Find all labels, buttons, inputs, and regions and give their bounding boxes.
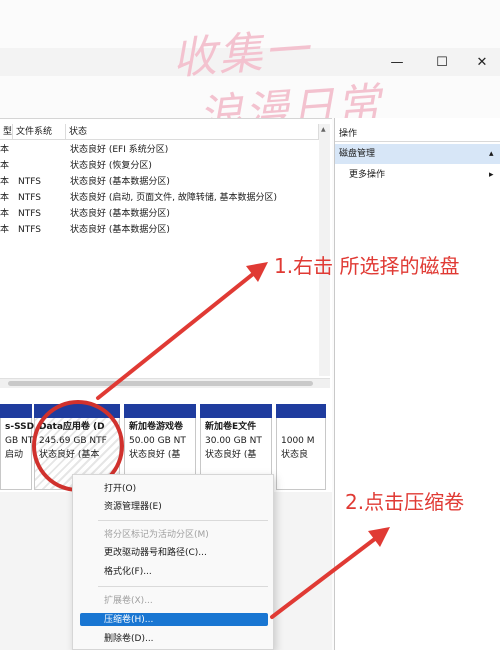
volume-size: 50.00 GB NT bbox=[129, 436, 186, 446]
menu-item-explorer[interactable]: 资源管理器(E) bbox=[104, 498, 162, 516]
cell-status: 状态良好 (基本数据分区) bbox=[70, 225, 170, 235]
cell-type: 本 bbox=[0, 209, 10, 219]
volume-name: 新加卷E文件 bbox=[205, 422, 257, 432]
volume-header-bar bbox=[124, 404, 196, 418]
minimize-icon: — bbox=[390, 54, 404, 70]
annotation-step-1: 1.右击 所选择的磁盘 bbox=[274, 254, 460, 278]
volume-size: GB NT bbox=[5, 436, 34, 446]
maximize-button[interactable]: ☐ bbox=[419, 48, 465, 76]
volume-block-system[interactable]: s-SSD GB NT 启动 bbox=[0, 404, 35, 490]
cell-type: 本 bbox=[0, 193, 10, 203]
column-header-filesystem[interactable]: 文件系统 bbox=[13, 124, 66, 140]
actions-pane-title: 操作 bbox=[335, 126, 500, 142]
cell-filesystem: NTFS bbox=[18, 193, 41, 203]
volume-status: 状态良好 (基 bbox=[205, 450, 257, 460]
cell-status: 状态良好 (启动, 页面文件, 故障转储, 基本数据分区) bbox=[70, 193, 278, 203]
volume-status: 状态良 bbox=[281, 450, 309, 460]
volume-table-row[interactable]: 本 NTFS 状态良好 (启动, 页面文件, 故障转储, 基本数据分区) 1 bbox=[0, 190, 330, 206]
column-header-status[interactable]: 状态 bbox=[66, 124, 319, 140]
scrollbar-thumb[interactable] bbox=[8, 381, 313, 386]
column-header-type[interactable]: 型 bbox=[0, 124, 13, 140]
close-icon: ✕ bbox=[476, 54, 488, 70]
expand-arrow-icon[interactable]: ▸ bbox=[489, 166, 494, 184]
cell-status: 状态良好 (基本数据分区) bbox=[70, 209, 170, 219]
volume-name: 新加卷游戏卷 bbox=[129, 422, 184, 432]
maximize-icon: ☐ bbox=[436, 54, 448, 70]
menu-item-delete-volume[interactable]: 删除卷(D)... bbox=[104, 630, 154, 648]
menu-item-shrink-volume[interactable]: 压缩卷(H)... bbox=[104, 611, 153, 629]
cell-type: 本 bbox=[0, 161, 10, 171]
actions-item-disk-management[interactable]: 磁盘管理 bbox=[335, 144, 500, 164]
collapse-arrow-icon[interactable]: ▴ bbox=[489, 144, 494, 164]
volume-status: 启动 bbox=[5, 450, 24, 460]
volume-header-bar bbox=[0, 404, 32, 418]
volume-name: s-SSD bbox=[5, 422, 35, 432]
cell-type: 本 bbox=[0, 145, 10, 155]
volume-block-recovery[interactable]: 1000 M 状态良 bbox=[276, 404, 326, 490]
volume-table-row[interactable]: 本 NTFS 状态良好 (基本数据分区) 3 bbox=[0, 206, 330, 222]
volume-size: 30.00 GB NT bbox=[205, 436, 262, 446]
table-horizontal-scrollbar[interactable] bbox=[0, 378, 330, 388]
volume-header-bar bbox=[200, 404, 272, 418]
cell-type: 本 bbox=[0, 225, 10, 235]
volume-header-bar bbox=[276, 404, 326, 418]
menu-item-format[interactable]: 格式化(F)... bbox=[104, 563, 152, 581]
actions-item-more[interactable]: 更多操作 bbox=[349, 166, 385, 184]
cell-type: 本 bbox=[0, 177, 10, 187]
cell-filesystem: NTFS bbox=[18, 225, 41, 235]
cell-status: 状态良好 (EFI 系统分区) bbox=[70, 145, 169, 155]
cell-status: 状态良好 (恢复分区) bbox=[70, 161, 152, 171]
close-button[interactable]: ✕ bbox=[464, 48, 500, 76]
minimize-button[interactable]: — bbox=[374, 48, 420, 76]
annotation-step-2: 2.点击压缩卷 bbox=[345, 490, 465, 514]
cell-filesystem: NTFS bbox=[18, 177, 41, 187]
cell-status: 状态良好 (基本数据分区) bbox=[70, 177, 170, 187]
menu-separator bbox=[98, 520, 268, 521]
volume-status: 状态良好 (基 bbox=[129, 450, 181, 460]
scroll-up-icon[interactable]: ▲ bbox=[321, 126, 328, 133]
cell-filesystem: NTFS bbox=[18, 209, 41, 219]
actions-pane bbox=[334, 118, 500, 650]
volume-table-row[interactable]: 本 状态良好 (EFI 系统分区) 2 bbox=[0, 142, 330, 158]
menu-item-mark-active[interactable]: 将分区标记为活动分区(M) bbox=[104, 526, 209, 544]
volume-table-row[interactable]: 本 NTFS 状态良好 (基本数据分区) 5 bbox=[0, 222, 330, 238]
volume-size: 1000 M bbox=[281, 436, 315, 446]
volume-table-row[interactable]: 本 NTFS 状态良好 (基本数据分区) 2 bbox=[0, 174, 330, 190]
menu-item-change-drive-letter[interactable]: 更改驱动器号和路径(C)... bbox=[104, 544, 207, 562]
menu-separator bbox=[98, 586, 268, 587]
menu-item-extend-volume[interactable]: 扩展卷(X)... bbox=[104, 592, 153, 610]
menu-item-open[interactable]: 打开(O) bbox=[104, 480, 136, 498]
volume-table-row[interactable]: 本 状态良好 (恢复分区) 1 bbox=[0, 158, 330, 174]
